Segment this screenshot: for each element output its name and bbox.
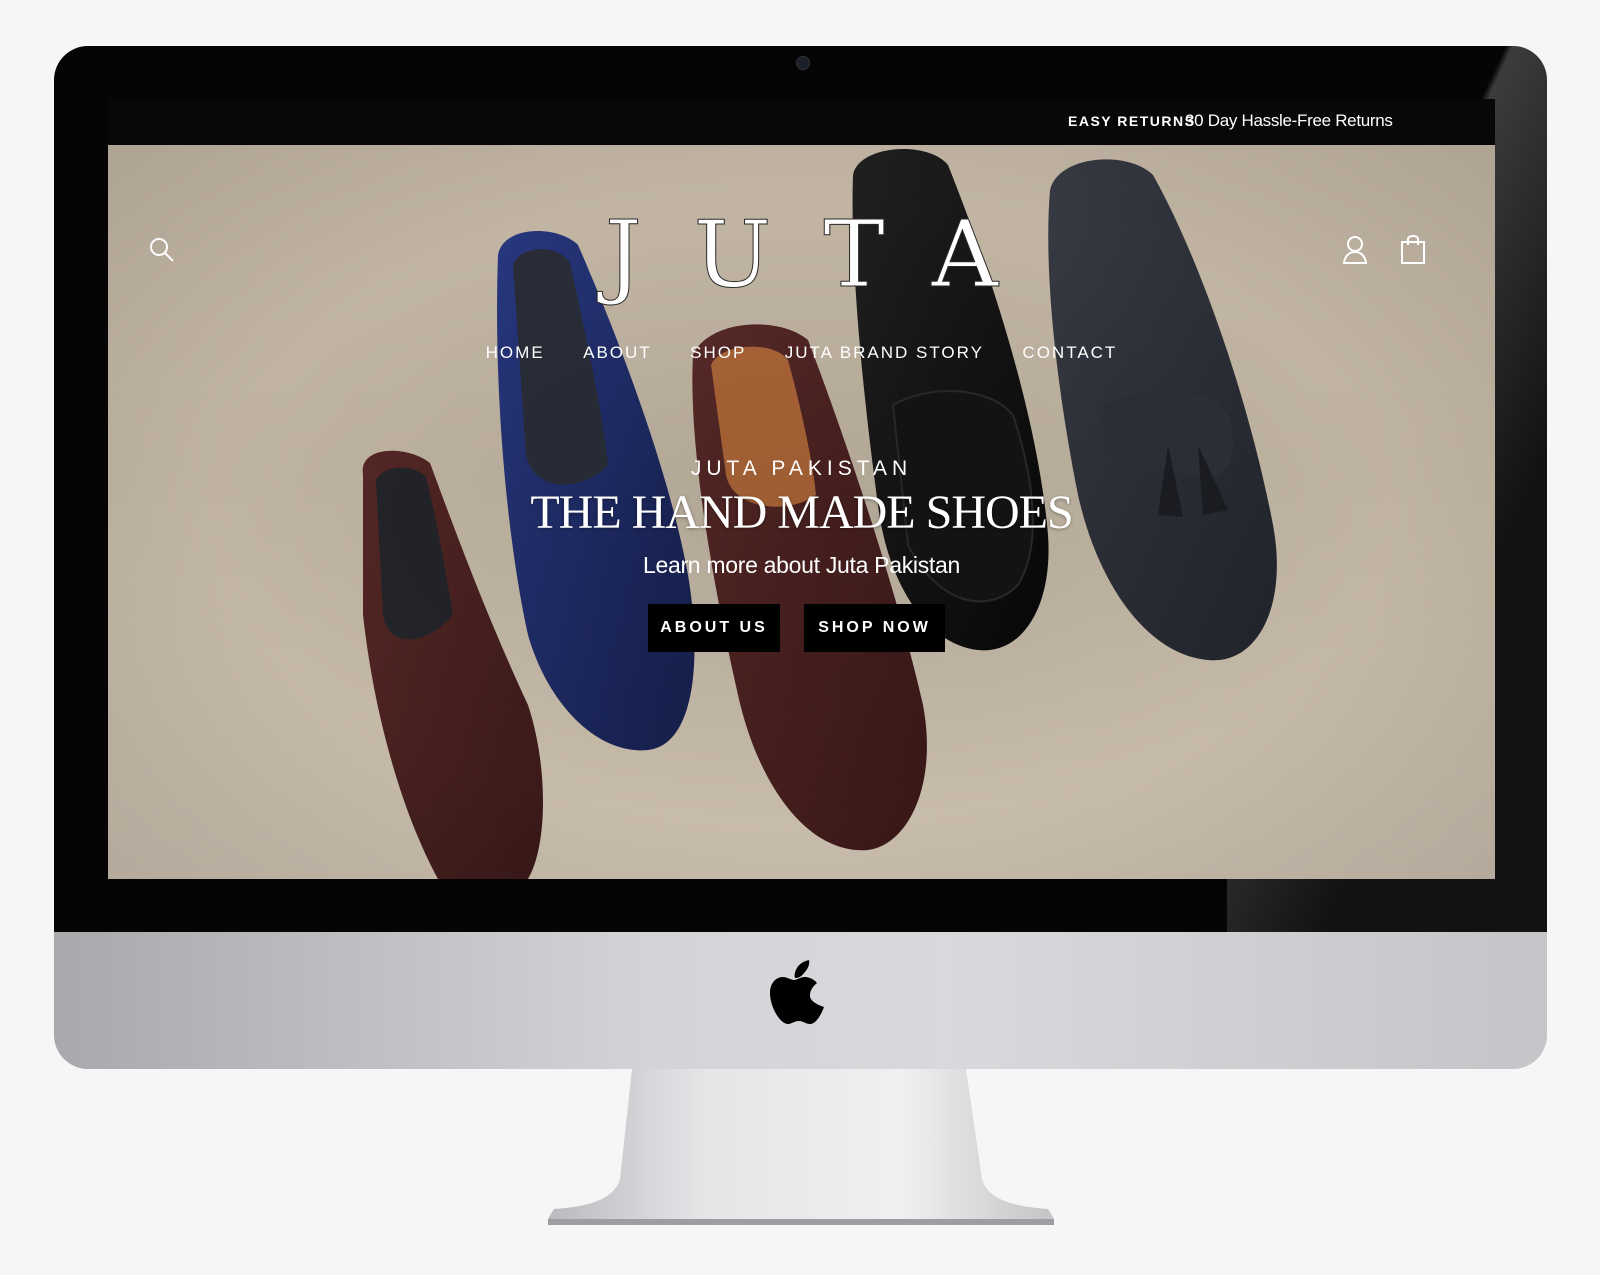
announcement-label: EASY RETURNS	[1068, 113, 1196, 129]
site-logo[interactable]: JUTA	[108, 201, 1495, 309]
cart-icon[interactable]	[1400, 233, 1426, 265]
hero-title: THE HAND MADE SHOES	[530, 486, 1073, 539]
apple-logo-icon	[770, 960, 824, 1024]
nav-item-contact[interactable]: CONTACT	[1022, 343, 1117, 363]
announcement-text: 30 Day Hassle-Free Returns	[1185, 111, 1393, 130]
account-icon[interactable]	[1342, 235, 1368, 265]
nav-item-shop[interactable]: SHOP	[690, 343, 746, 363]
nav-item-home[interactable]: HOME	[486, 343, 545, 363]
website-screen: EASY RETURNS 30 Day Hassle-Free Returns	[108, 99, 1495, 879]
hero-banner: JUTA HOME ABOUT SHOP JUTA BRAND STORY CO…	[108, 145, 1495, 879]
shop-now-button[interactable]: SHOP NOW	[804, 604, 945, 652]
nav-item-brand-story[interactable]: JUTA BRAND STORY	[785, 343, 984, 363]
hero-eyebrow: JUTA PAKISTAN	[690, 457, 913, 480]
monitor-stand	[548, 1069, 1054, 1225]
nav-item-about[interactable]: ABOUT	[583, 343, 652, 363]
about-us-button[interactable]: ABOUT US	[648, 604, 780, 652]
main-nav: HOME ABOUT SHOP JUTA BRAND STORY CONTACT	[108, 343, 1495, 363]
camera-icon	[796, 56, 810, 70]
announcement-bar: EASY RETURNS 30 Day Hassle-Free Returns	[108, 99, 1495, 145]
hero-subtitle: Learn more about Juta Pakistan	[642, 552, 961, 578]
